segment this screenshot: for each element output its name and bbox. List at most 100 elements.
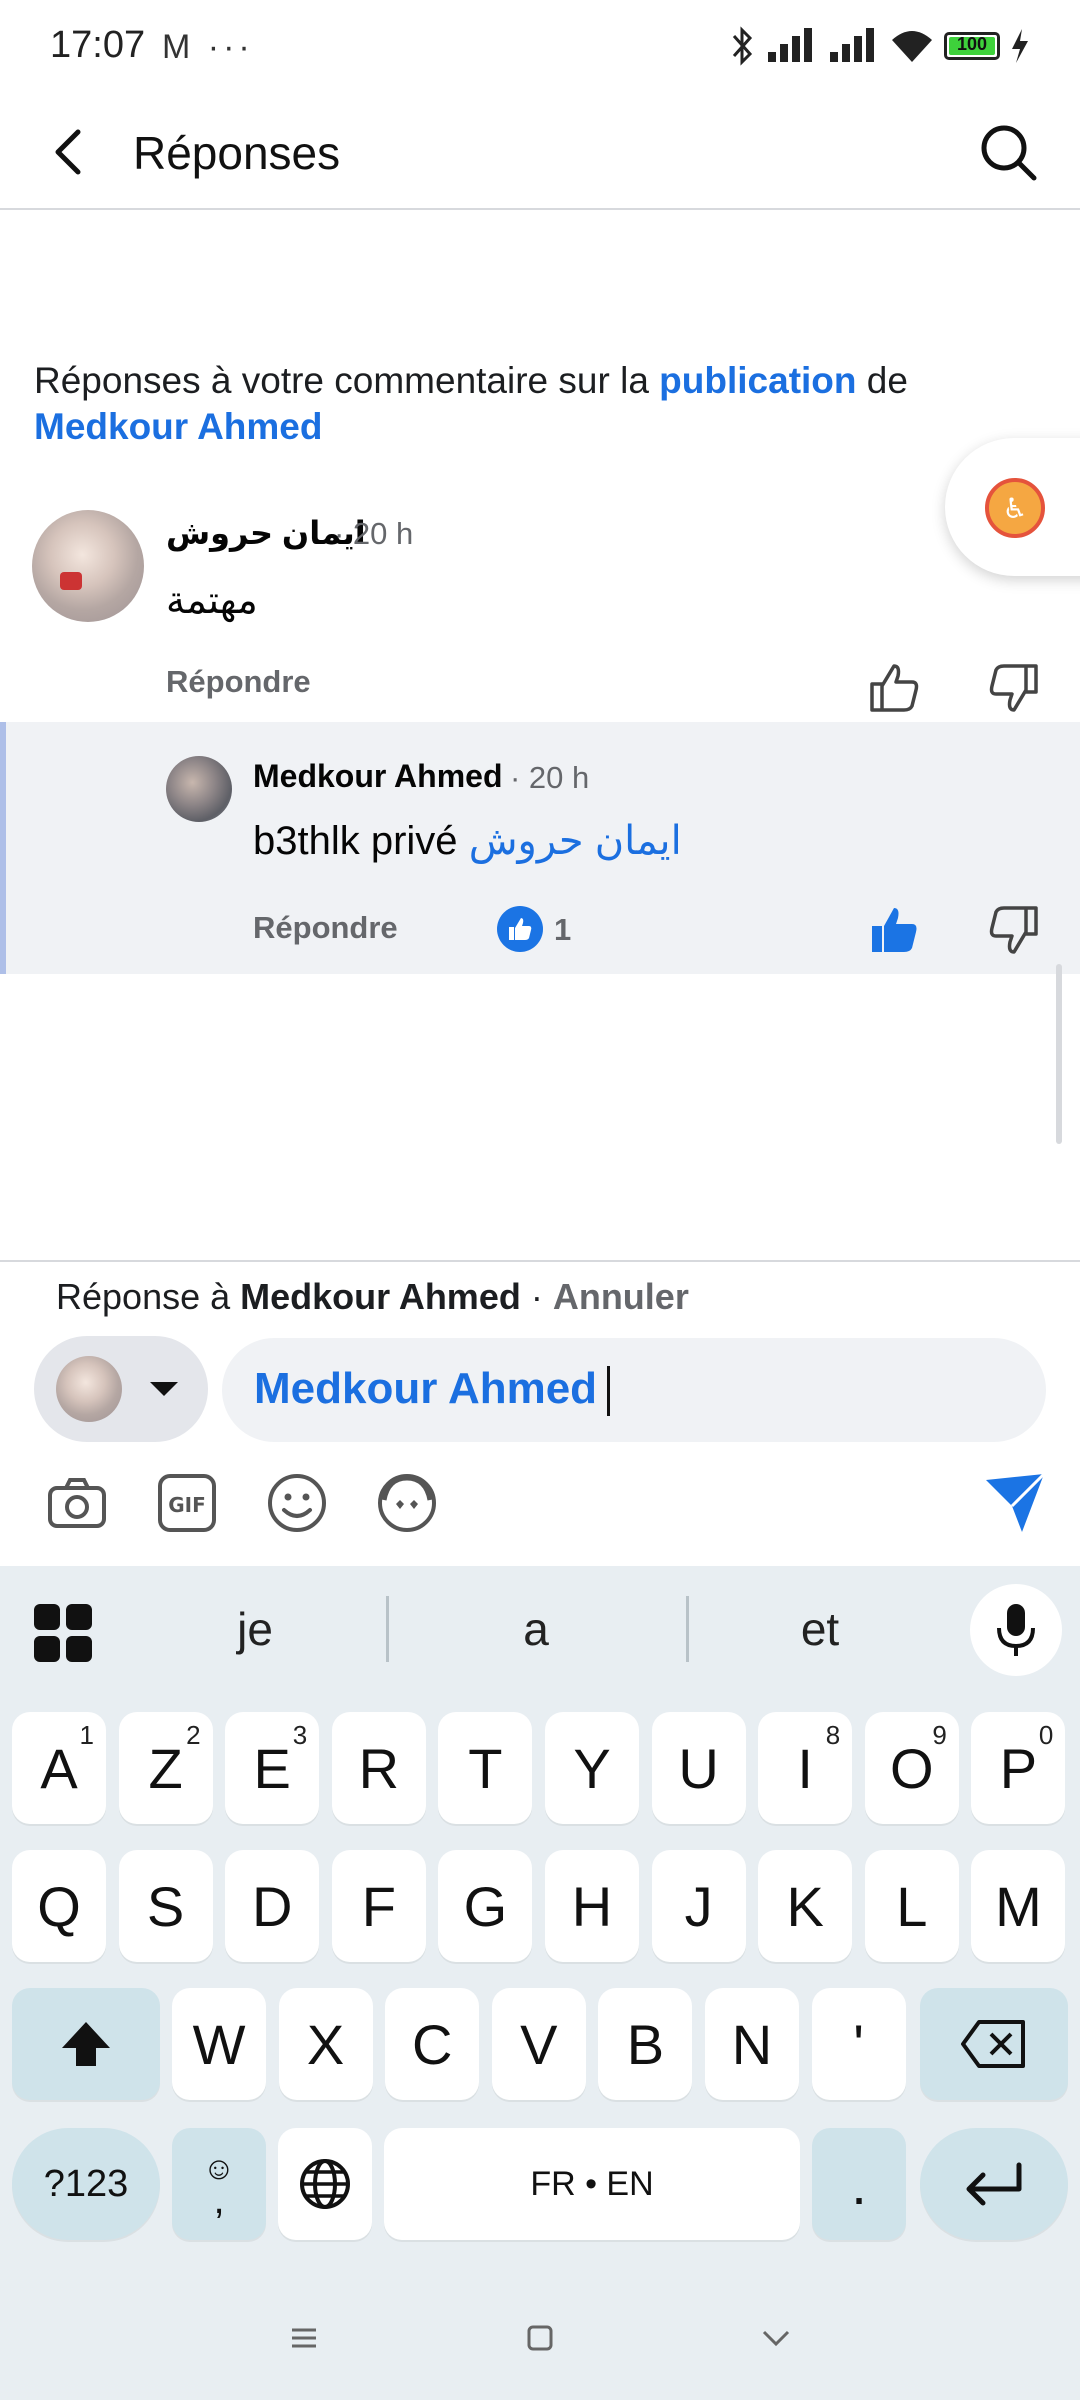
divider bbox=[686, 1596, 689, 1662]
key-e[interactable]: E3 bbox=[225, 1712, 320, 1824]
key-u-label: U bbox=[678, 1736, 719, 1800]
key-u[interactable]: U bbox=[651, 1712, 746, 1824]
back-arrow-icon[interactable] bbox=[40, 122, 100, 182]
like-reaction-icon[interactable] bbox=[497, 906, 543, 952]
avatar[interactable] bbox=[166, 756, 232, 822]
key-c-label: C bbox=[411, 2012, 453, 2076]
key-c[interactable]: C bbox=[385, 1988, 480, 2100]
avatar[interactable] bbox=[32, 510, 144, 622]
publication-link[interactable]: publication bbox=[659, 360, 856, 401]
page-title: Réponses bbox=[133, 127, 341, 179]
thumbs-down-icon[interactable] bbox=[986, 660, 1042, 716]
charging-icon bbox=[1012, 29, 1028, 63]
backspace-icon bbox=[961, 2020, 1025, 2068]
key-q[interactable]: Q bbox=[12, 1850, 106, 1962]
camera-icon[interactable] bbox=[44, 1470, 110, 1536]
key-apostrophe[interactable]: ' bbox=[811, 1988, 906, 2100]
key-a[interactable]: A1 bbox=[12, 1712, 106, 1824]
symbols-key[interactable]: ?123 bbox=[12, 2128, 160, 2240]
key-k[interactable]: K bbox=[758, 1850, 853, 1962]
post-author-link[interactable]: Medkour Ahmed bbox=[34, 406, 322, 447]
accessibility-floating-button[interactable]: ♿ bbox=[945, 438, 1080, 576]
cancel-reply-button[interactable]: Annuler bbox=[553, 1276, 689, 1317]
key-s[interactable]: S bbox=[118, 1850, 213, 1962]
shift-key[interactable] bbox=[12, 1988, 160, 2100]
reply-button[interactable]: Répondre bbox=[253, 910, 398, 946]
shift-icon bbox=[62, 2022, 110, 2066]
suggestion-3[interactable]: et bbox=[740, 1602, 900, 1656]
key-n-label: N bbox=[731, 2012, 773, 2076]
key-g[interactable]: G bbox=[438, 1850, 533, 1962]
space-key[interactable]: FR • EN bbox=[384, 2128, 800, 2240]
key-v[interactable]: V bbox=[491, 1988, 586, 2100]
keyboard-menu-icon[interactable] bbox=[34, 1604, 92, 1662]
recent-apps-icon[interactable] bbox=[284, 2318, 324, 2358]
key-h[interactable]: H bbox=[545, 1850, 639, 1962]
home-icon[interactable] bbox=[520, 2318, 560, 2358]
key-b-label: B bbox=[626, 2012, 665, 2076]
chevron-down-icon[interactable] bbox=[756, 2318, 796, 2358]
key-a-hint: 1 bbox=[79, 1720, 94, 1750]
thumbs-down-icon[interactable] bbox=[986, 902, 1042, 958]
backspace-key[interactable] bbox=[920, 1988, 1068, 2100]
comment-author[interactable]: Medkour Ahmed bbox=[253, 758, 503, 795]
search-icon[interactable] bbox=[976, 120, 1040, 184]
symbols-key-label: ?123 bbox=[43, 2162, 129, 2205]
key-r[interactable]: R bbox=[331, 1712, 426, 1824]
key-j[interactable]: J bbox=[651, 1850, 746, 1962]
key-y[interactable]: Y bbox=[545, 1712, 639, 1824]
key-r-label: R bbox=[358, 1736, 400, 1800]
comment-time: · 20 h bbox=[334, 516, 414, 551]
key-n[interactable]: N bbox=[705, 1988, 799, 2100]
emoji-icon[interactable] bbox=[264, 1470, 330, 1536]
key-z[interactable]: Z2 bbox=[118, 1712, 213, 1824]
key-t[interactable]: T bbox=[438, 1712, 533, 1824]
key-g-label: G bbox=[463, 1874, 508, 1938]
send-icon[interactable] bbox=[982, 1470, 1048, 1536]
comment-body: b3thlk privé bbox=[253, 819, 458, 863]
scrollbar[interactable] bbox=[1056, 964, 1062, 1144]
account-switcher[interactable] bbox=[34, 1336, 208, 1442]
key-w-label: W bbox=[192, 2012, 246, 2076]
suggestion-1[interactable]: je bbox=[175, 1602, 335, 1656]
chevron-down-icon bbox=[150, 1382, 178, 1396]
comment-input[interactable]: Medkour Ahmed bbox=[222, 1338, 1046, 1442]
signal-icon-2 bbox=[830, 28, 874, 62]
avatar bbox=[56, 1356, 122, 1422]
gif-icon[interactable]: GIF bbox=[154, 1470, 220, 1536]
key-m-label: M bbox=[995, 1874, 1042, 1938]
key-period[interactable]: . bbox=[812, 2128, 906, 2240]
key-i[interactable]: I8 bbox=[758, 1712, 853, 1824]
microphone-icon[interactable] bbox=[970, 1584, 1062, 1676]
bluetooth-icon bbox=[732, 26, 753, 66]
wifi-icon bbox=[892, 31, 932, 62]
key-d[interactable]: D bbox=[225, 1850, 320, 1962]
key-p[interactable]: P0 bbox=[971, 1712, 1066, 1824]
key-w[interactable]: W bbox=[172, 1988, 266, 2100]
enter-key[interactable] bbox=[920, 2128, 1068, 2240]
emoji-comma-key[interactable]: ☺, bbox=[172, 2128, 266, 2240]
key-f-label: F bbox=[361, 1874, 396, 1938]
key-v-label: V bbox=[520, 2012, 558, 2076]
mention-link[interactable]: ايمان حروش bbox=[469, 819, 682, 863]
comment-time: · 20 h bbox=[510, 760, 590, 795]
avatar-sticker-icon[interactable] bbox=[374, 1470, 440, 1536]
suggestion-2[interactable]: a bbox=[456, 1602, 616, 1656]
context-prefix: Réponses à votre commentaire sur la bbox=[34, 360, 660, 401]
key-i-label: I bbox=[797, 1736, 813, 1800]
key-m[interactable]: M bbox=[971, 1850, 1066, 1962]
reply-button[interactable]: Répondre bbox=[166, 664, 311, 700]
key-i-hint: 8 bbox=[825, 1720, 841, 1750]
key-b[interactable]: B bbox=[598, 1988, 693, 2100]
key-o[interactable]: O9 bbox=[864, 1712, 959, 1824]
language-key[interactable] bbox=[278, 2128, 372, 2240]
key-f[interactable]: F bbox=[331, 1850, 426, 1962]
replies-context: Réponses à votre commentaire sur la publ… bbox=[34, 358, 974, 450]
battery-icon: 100 bbox=[944, 32, 1000, 60]
thumbs-up-filled-icon[interactable] bbox=[866, 902, 922, 958]
thumbs-up-icon[interactable] bbox=[866, 660, 922, 716]
key-l[interactable]: L bbox=[864, 1850, 959, 1962]
key-x[interactable]: X bbox=[278, 1988, 373, 2100]
key-apostrophe-label: ' bbox=[853, 2012, 864, 2076]
accessibility-icon: ♿ bbox=[985, 478, 1045, 538]
